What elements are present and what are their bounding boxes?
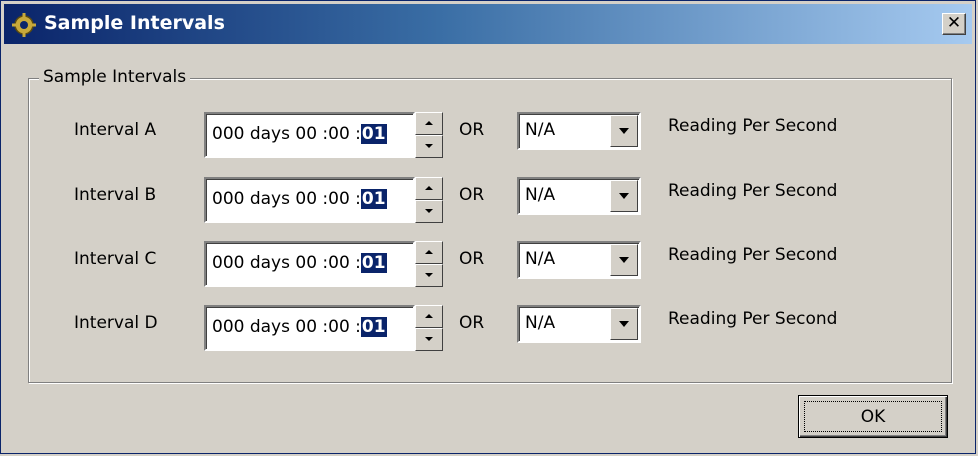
chevron-down-icon (619, 257, 629, 263)
interval-time-field[interactable]: 000 days 00 :00 :01 (204, 112, 415, 158)
triangle-up-icon (425, 250, 433, 254)
triangle-down-icon (425, 209, 433, 213)
window-title: Sample Intervals (44, 12, 225, 34)
title-bar[interactable]: Sample Intervals ✕ (4, 4, 972, 44)
reading-label: Reading Per Second (668, 309, 838, 329)
time-selected-seconds: 01 (360, 253, 387, 273)
spin-up-button[interactable] (415, 305, 443, 328)
interval-row-b: Interval B 000 days 00 :00 :01 OR N/A Re… (1, 173, 978, 225)
dropdown-button[interactable] (610, 308, 638, 340)
spin-down-button[interactable] (415, 328, 443, 351)
spin-down-button[interactable] (415, 135, 443, 158)
interval-label: Interval D (74, 313, 158, 333)
dialog-window: Sample Intervals ✕ Sample Intervals Inte… (0, 0, 976, 454)
time-selected-seconds: 01 (360, 124, 387, 144)
triangle-down-icon (425, 337, 433, 341)
time-value: 000 days 00 :00 :01 (212, 189, 387, 209)
rate-select[interactable]: N/A (517, 241, 641, 279)
spin-up-button[interactable] (415, 177, 443, 200)
ok-button[interactable]: OK (798, 395, 948, 438)
ok-label: OK (860, 407, 886, 427)
triangle-down-icon (425, 144, 433, 148)
or-label: OR (459, 249, 485, 269)
time-spinner (415, 177, 443, 223)
spin-up-button[interactable] (415, 241, 443, 264)
reading-label: Reading Per Second (668, 116, 838, 136)
rate-select[interactable]: N/A (517, 112, 641, 150)
select-value: N/A (525, 185, 556, 205)
close-icon: ✕ (946, 13, 962, 33)
interval-row-a: Interval A 000 days 00 :00 :01 OR N/A Re… (1, 108, 978, 160)
time-selected-seconds: 01 (360, 189, 387, 209)
triangle-down-icon (425, 273, 433, 277)
spin-up-button[interactable] (415, 112, 443, 135)
interval-time-field[interactable]: 000 days 00 :00 :01 (204, 177, 415, 223)
chevron-down-icon (619, 193, 629, 199)
reading-label: Reading Per Second (668, 181, 838, 201)
rate-select[interactable]: N/A (517, 177, 641, 215)
group-legend: Sample Intervals (39, 67, 191, 87)
interval-label: Interval C (74, 249, 157, 269)
spin-down-button[interactable] (415, 264, 443, 287)
chevron-down-icon (619, 321, 629, 327)
triangle-up-icon (425, 186, 433, 190)
interval-row-c: Interval C 000 days 00 :00 :01 OR N/A Re… (1, 237, 978, 289)
dropdown-button[interactable] (610, 244, 638, 276)
interval-label: Interval B (74, 185, 157, 205)
or-label: OR (459, 313, 485, 333)
interval-label: Interval A (74, 120, 157, 140)
dropdown-button[interactable] (610, 115, 638, 147)
time-selected-seconds: 01 (360, 317, 387, 337)
interval-time-field[interactable]: 000 days 00 :00 :01 (204, 305, 415, 351)
time-spinner (415, 241, 443, 287)
triangle-up-icon (425, 121, 433, 125)
dropdown-button[interactable] (610, 180, 638, 212)
interval-row-d: Interval D 000 days 00 :00 :01 OR N/A Re… (1, 301, 978, 353)
gear-icon (12, 13, 36, 37)
or-label: OR (459, 120, 485, 140)
chevron-down-icon (619, 128, 629, 134)
time-spinner (415, 112, 443, 158)
time-value: 000 days 00 :00 :01 (212, 317, 387, 337)
time-value: 000 days 00 :00 :01 (212, 253, 387, 273)
triangle-up-icon (425, 314, 433, 318)
select-value: N/A (525, 313, 556, 333)
interval-time-field[interactable]: 000 days 00 :00 :01 (204, 241, 415, 287)
reading-label: Reading Per Second (668, 245, 838, 265)
close-button[interactable]: ✕ (942, 13, 966, 35)
rate-select[interactable]: N/A (517, 305, 641, 343)
select-value: N/A (525, 249, 556, 269)
select-value: N/A (525, 120, 556, 140)
spin-down-button[interactable] (415, 200, 443, 223)
time-value: 000 days 00 :00 :01 (212, 124, 387, 144)
or-label: OR (459, 185, 485, 205)
time-spinner (415, 305, 443, 351)
